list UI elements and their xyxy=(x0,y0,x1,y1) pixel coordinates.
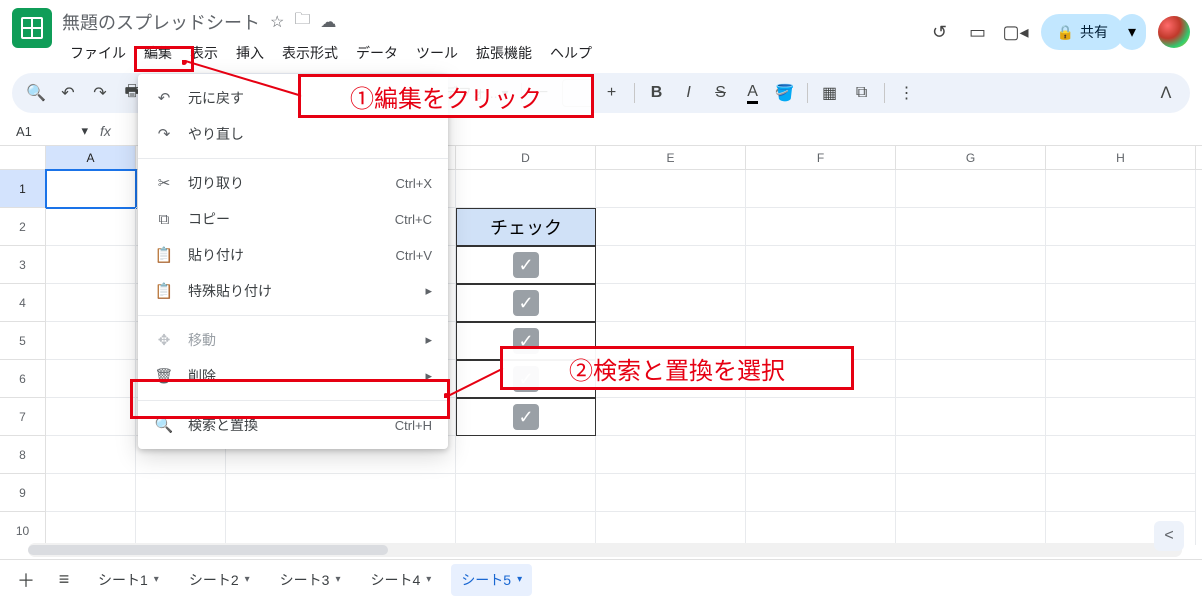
annotation-2-label: ②検索と置換を選択 xyxy=(500,346,854,390)
text-color-icon[interactable]: A xyxy=(739,79,767,107)
row-header[interactable]: 10 xyxy=(0,512,46,545)
row-header[interactable]: 6 xyxy=(0,360,46,398)
sheet-tab-5[interactable]: シート5▾ xyxy=(451,564,532,596)
all-sheets-button[interactable]: ≡ xyxy=(50,566,78,594)
sheet-tab-1[interactable]: シート1▾ xyxy=(88,564,169,596)
cell-d2-header[interactable]: チェック xyxy=(456,208,596,246)
row-header[interactable]: 9 xyxy=(0,474,46,512)
strike-icon[interactable]: S xyxy=(707,79,735,107)
menu-file[interactable]: ファイル xyxy=(62,39,134,67)
share-button[interactable]: 🔒 共有 xyxy=(1041,14,1124,50)
more-toolbar-icon[interactable]: ⋮ xyxy=(893,79,921,107)
row-header[interactable]: 1 xyxy=(0,170,46,208)
horizontal-scrollbar[interactable] xyxy=(28,543,1182,557)
checkbox-checked-icon: ✓ xyxy=(513,252,539,278)
cell-d4-checkbox[interactable]: ✓ xyxy=(456,284,596,322)
menu-help[interactable]: ヘルプ xyxy=(542,39,600,67)
row-header[interactable]: 4 xyxy=(0,284,46,322)
cell-d3-checkbox[interactable]: ✓ xyxy=(456,246,596,284)
cloud-status-icon[interactable]: ☁ xyxy=(320,12,336,32)
edit-paste[interactable]: 📋貼り付けCtrl+V xyxy=(138,237,448,273)
doc-title[interactable]: 無題のスプレッドシート xyxy=(62,9,260,35)
chevron-down-icon: ▾ xyxy=(154,574,159,585)
annotation-edit-highlight xyxy=(134,46,194,72)
fx-icon: fx xyxy=(100,123,111,139)
annotation-findreplace-highlight xyxy=(130,379,450,419)
col-header-f[interactable]: F xyxy=(746,146,896,169)
row-header[interactable]: 2 xyxy=(0,208,46,246)
sheet-tab-3[interactable]: シート3▾ xyxy=(270,564,351,596)
add-sheet-button[interactable]: ＋ xyxy=(12,566,40,594)
edit-cut[interactable]: ✂切り取りCtrl+X xyxy=(138,165,448,201)
edit-paste-special[interactable]: 📋特殊貼り付け▸ xyxy=(138,273,448,309)
scrollbar-thumb[interactable] xyxy=(28,545,388,555)
italic-icon[interactable]: I xyxy=(675,79,703,107)
move-icon: ✥ xyxy=(154,331,174,349)
search-menus-icon[interactable]: 🔍 xyxy=(22,79,50,107)
menu-format[interactable]: 表示形式 xyxy=(274,39,346,67)
undo-icon: ↶ xyxy=(154,89,174,107)
header-right: ↺ ▭ ▢◂ 🔒 共有 ▾ xyxy=(927,8,1190,50)
sheet-tab-bar: ＋ ≡ シート1▾ シート2▾ シート3▾ シート4▾ シート5▾ xyxy=(0,559,1202,599)
col-header-a[interactable]: A xyxy=(46,146,136,169)
history-icon[interactable]: ↺ xyxy=(927,19,953,45)
row-header[interactable]: 3 xyxy=(0,246,46,284)
row-header[interactable]: 8 xyxy=(0,436,46,474)
chevron-down-icon: ▾ xyxy=(245,574,250,585)
edit-copy[interactable]: ⧉コピーCtrl+C xyxy=(138,201,448,237)
select-all-corner[interactable] xyxy=(0,146,46,169)
fontsize-plus[interactable]: + xyxy=(598,79,626,107)
share-label: 共有 xyxy=(1080,22,1108,42)
name-box-value: A1 xyxy=(16,124,32,139)
edit-redo[interactable]: ↷やり直し xyxy=(138,116,448,152)
col-header-d[interactable]: D xyxy=(456,146,596,169)
paste-special-icon: 📋 xyxy=(154,282,174,300)
merge-icon[interactable]: ⧉ xyxy=(848,79,876,107)
paste-icon: 📋 xyxy=(154,246,174,264)
star-icon[interactable]: ☆ xyxy=(270,12,284,32)
meet-icon[interactable]: ▢◂ xyxy=(1003,19,1029,45)
comments-icon[interactable]: ▭ xyxy=(965,19,991,45)
col-header-e[interactable]: E xyxy=(596,146,746,169)
sheet-tab-2[interactable]: シート2▾ xyxy=(179,564,260,596)
edit-move: ✥移動▸ xyxy=(138,322,448,358)
chevron-down-icon: ▾ xyxy=(81,123,88,139)
undo-icon[interactable]: ↶ xyxy=(54,79,82,107)
row-header[interactable]: 5 xyxy=(0,322,46,360)
col-header-g[interactable]: G xyxy=(896,146,1046,169)
menu-insert[interactable]: 挿入 xyxy=(228,39,272,67)
explore-button[interactable]: < xyxy=(1154,521,1184,551)
collapse-toolbar-icon[interactable]: ᐱ xyxy=(1152,79,1180,107)
lock-icon: 🔒 xyxy=(1057,24,1074,41)
cell-d7-checkbox[interactable]: ✓ xyxy=(456,398,596,436)
cut-icon: ✂ xyxy=(154,174,174,192)
name-box[interactable]: A1 ▾ xyxy=(12,121,92,141)
menu-data[interactable]: データ xyxy=(348,39,406,67)
sheet-tab-4[interactable]: シート4▾ xyxy=(360,564,441,596)
borders-icon[interactable]: ▦ xyxy=(816,79,844,107)
redo-icon: ↷ xyxy=(154,125,174,143)
cell-a1[interactable] xyxy=(46,170,136,208)
chevron-down-icon: ▾ xyxy=(426,574,431,585)
bold-icon[interactable]: B xyxy=(643,79,671,107)
redo-icon[interactable]: ↷ xyxy=(86,79,114,107)
move-folder-icon[interactable]: 🗀 xyxy=(294,8,310,35)
menu-tools[interactable]: ツール xyxy=(408,39,466,67)
annotation-1-label: ①編集をクリック xyxy=(298,74,594,118)
chevron-down-icon: ▾ xyxy=(335,574,340,585)
share-caret[interactable]: ▾ xyxy=(1118,14,1146,50)
row-header[interactable]: 7 xyxy=(0,398,46,436)
sheets-logo[interactable] xyxy=(12,8,52,48)
copy-icon: ⧉ xyxy=(154,211,174,228)
chevron-down-icon: ▾ xyxy=(517,574,522,585)
menu-extensions[interactable]: 拡張機能 xyxy=(468,39,540,67)
checkbox-checked-icon: ✓ xyxy=(513,290,539,316)
account-avatar[interactable] xyxy=(1158,16,1190,48)
checkbox-checked-icon: ✓ xyxy=(513,404,539,430)
col-header-h[interactable]: H xyxy=(1046,146,1196,169)
fill-color-icon[interactable]: 🪣 xyxy=(771,79,799,107)
